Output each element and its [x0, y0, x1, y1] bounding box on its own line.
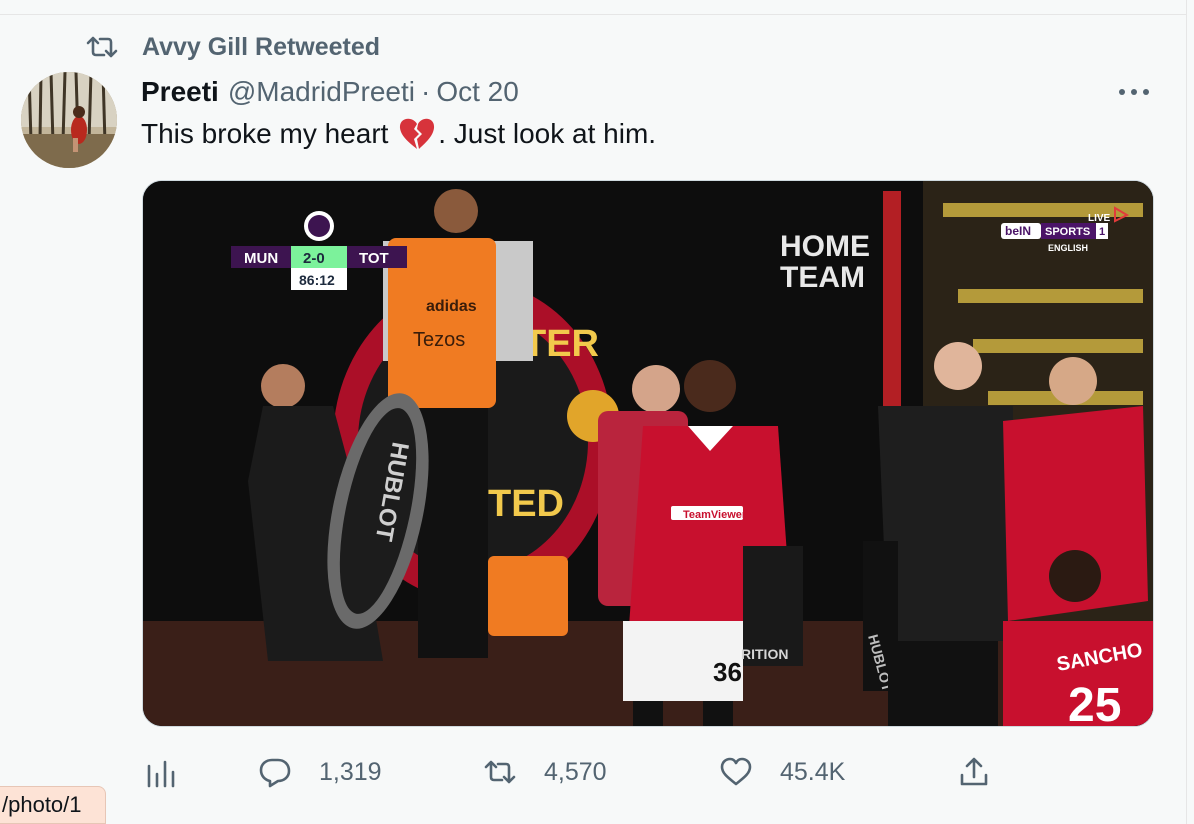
- analytics-button[interactable]: [145, 750, 177, 794]
- top-divider: [0, 0, 1186, 15]
- reply-count: 1,319: [319, 757, 382, 786]
- reply-button[interactable]: 1,319: [259, 750, 382, 794]
- reply-icon: [259, 758, 291, 788]
- score-home-team: MUN: [244, 250, 278, 267]
- retweet-button[interactable]: 4,570: [484, 750, 607, 794]
- player-number-36: 36: [713, 657, 742, 687]
- header-separator: ·: [420, 76, 431, 107]
- score-away-team: TOT: [359, 250, 389, 267]
- tweet-timestamp[interactable]: Oct 20: [436, 76, 518, 108]
- tweet-media-photo[interactable]: TER TED HOME TEAM adidas Tezos HUBLOT Te…: [142, 180, 1154, 727]
- retweet-icon: [484, 760, 516, 784]
- more-icon[interactable]: [1116, 80, 1152, 104]
- author-handle[interactable]: @MadridPreeti: [228, 76, 415, 108]
- shirt-sponsor-text: TeamViewer: [683, 509, 747, 521]
- analytics-icon: [147, 760, 175, 788]
- retweet-count: 4,570: [544, 757, 607, 786]
- tweet-text-part-1: This broke my heart: [141, 118, 397, 149]
- orange-bag: [488, 556, 568, 636]
- home-team-line1: HOME: [780, 230, 870, 263]
- broadcast-language: ENGLISH: [1048, 243, 1088, 253]
- share-button[interactable]: [958, 750, 990, 794]
- like-icon: [720, 757, 752, 786]
- bib-sponsor-text: Tezos: [413, 329, 465, 351]
- author-name[interactable]: Preeti: [141, 76, 219, 108]
- like-button[interactable]: 45.4K: [720, 750, 845, 794]
- score-value: 2-0: [303, 250, 325, 267]
- broadcast-brand: beIN: [1005, 224, 1031, 238]
- status-url-tooltip: /photo/1: [0, 786, 106, 824]
- right-divider: [1186, 0, 1187, 824]
- bib-brand-text: adidas: [426, 298, 477, 315]
- bench-text: RITION: [741, 646, 788, 662]
- tweet-text-part-2: . Just look at him.: [438, 118, 657, 149]
- tweet-text: This broke my heart . Just look at him.: [141, 117, 656, 151]
- match-clock: 86:12: [299, 272, 335, 288]
- like-count: 45.4K: [780, 757, 846, 786]
- crest-text-top: TER: [523, 323, 599, 365]
- avatar[interactable]: [21, 72, 117, 168]
- broadcast-channel: SPORTS: [1045, 226, 1090, 238]
- crest-text-bottom: TED: [488, 483, 564, 525]
- retweet-context[interactable]: Avvy Gill Retweeted: [86, 32, 380, 62]
- live-indicator: LIVE: [1088, 213, 1111, 224]
- retweet-icon: [86, 36, 118, 58]
- tweet-actions: 1,319 4,570 45.4K: [0, 750, 1194, 794]
- retweet-context-label[interactable]: Avvy Gill Retweeted: [142, 33, 380, 62]
- tweet-header: Preeti @MadridPreeti · Oct 20: [141, 75, 519, 109]
- home-team-line2: TEAM: [780, 261, 865, 294]
- broadcast-channel-number: 1: [1099, 226, 1105, 238]
- broken-heart-emoji: [400, 118, 435, 149]
- share-icon: [960, 757, 988, 786]
- sancho-number-text: 25: [1068, 679, 1121, 726]
